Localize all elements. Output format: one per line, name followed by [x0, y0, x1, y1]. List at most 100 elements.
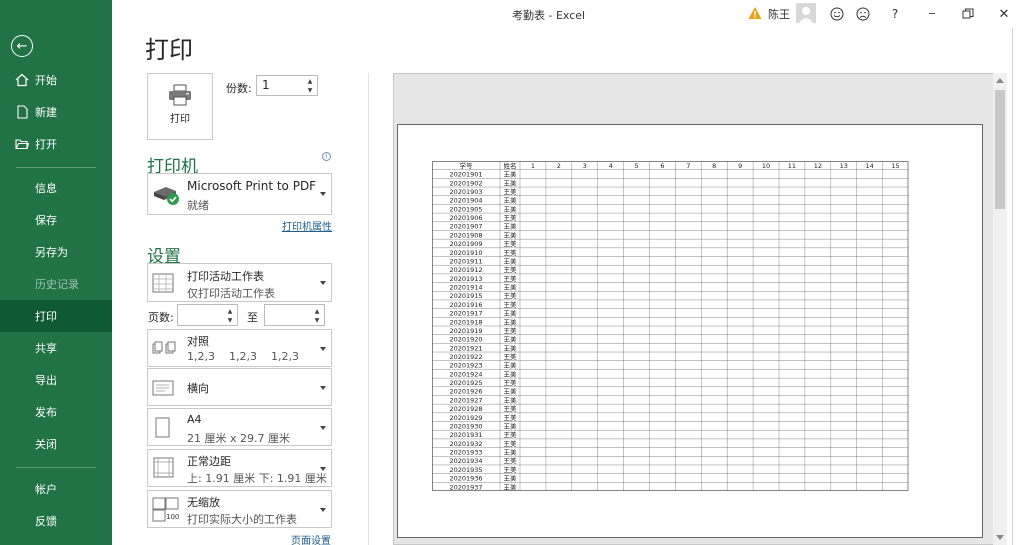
table-name-cell: 王美: [504, 413, 518, 422]
nav-info[interactable]: 信息: [0, 172, 112, 204]
warning-icon[interactable]: [748, 6, 762, 20]
nav-share[interactable]: 共享: [0, 332, 112, 364]
pages-to-label: 至: [247, 311, 258, 324]
table-name-cell: 王美: [504, 335, 518, 344]
table-id-cell: 20201919: [449, 327, 482, 335]
nav-history[interactable]: 历史记录: [0, 268, 112, 300]
table-header-cell: 姓名: [504, 161, 517, 170]
table-id-cell: 20201915: [449, 292, 482, 300]
table-header-cell: 3: [583, 162, 587, 170]
pages-to-input[interactable]: ▲ ▼: [264, 304, 325, 326]
nav-save-label: 保存: [35, 214, 57, 227]
scaling-title: 无缩放: [187, 496, 220, 509]
copies-label: 份数:: [226, 82, 252, 95]
nav-print[interactable]: 打印: [0, 300, 112, 332]
nav-save-as[interactable]: 另存为: [0, 236, 112, 268]
page-setup-link[interactable]: 页面设置: [291, 532, 331, 545]
table-id-cell: 20201918: [449, 318, 482, 326]
table-name-cell: 王美: [504, 283, 518, 292]
home-icon: [15, 73, 29, 87]
spin-down-icon[interactable]: ▼: [225, 316, 235, 325]
table-header-cell: 1: [531, 162, 535, 170]
copies-value: 1: [262, 78, 270, 92]
printer-status: 就绪: [187, 199, 209, 212]
table-name-cell: 王美: [504, 395, 518, 404]
worksheet-icon: [152, 273, 174, 293]
table-header-cell: 13: [840, 162, 848, 170]
spin-up-icon[interactable]: ▲: [305, 77, 315, 86]
nav-close[interactable]: 关闭: [0, 428, 112, 460]
nav-new[interactable]: 新建: [0, 96, 112, 128]
nav-account[interactable]: 帐户: [0, 473, 112, 505]
orientation-dropdown[interactable]: 横向: [147, 368, 332, 406]
nav-open[interactable]: 打开: [0, 128, 112, 160]
nav-publish[interactable]: 发布: [0, 396, 112, 428]
frown-feedback-icon[interactable]: [856, 7, 870, 21]
table-id-cell: 20201912: [449, 266, 482, 274]
collate-title: 对照: [187, 335, 209, 348]
table-header-cell: 2: [557, 162, 561, 170]
restore-button[interactable]: [962, 8, 974, 20]
nav-share-label: 共享: [35, 342, 57, 355]
printer-properties-link[interactable]: 打印机属性: [282, 218, 332, 233]
table-name-cell: 王美: [504, 404, 518, 413]
close-button[interactable]: ✕: [996, 4, 1012, 24]
table-name-cell: 王美: [504, 326, 518, 335]
printer-dropdown[interactable]: Microsoft Print to PDF 就绪: [147, 173, 332, 215]
info-icon[interactable]: i: [322, 152, 331, 161]
page-title: 打印: [145, 36, 193, 64]
spin-down-icon[interactable]: ▼: [305, 86, 315, 95]
spin-up-icon[interactable]: ▲: [312, 307, 322, 316]
print-button-label: 打印: [170, 114, 190, 125]
table-name-cell: 王美: [504, 196, 518, 205]
minimize-button[interactable]: ─: [922, 4, 942, 24]
print-scope-dropdown[interactable]: 打印活动工作表 仅打印活动工作表: [147, 263, 332, 302]
table-id-cell: 20201917: [449, 310, 482, 318]
table-id-cell: 20201928: [449, 405, 482, 413]
table-id-cell: 20201931: [449, 431, 482, 439]
title-bar: 考勤表 - Excel 陈王 ? ─ ✕: [112, 0, 1024, 28]
user-name[interactable]: 陈王: [768, 4, 790, 24]
table-header-cell: 15: [891, 162, 899, 170]
table-id-cell: 20201906: [449, 214, 482, 222]
help-button[interactable]: ?: [888, 4, 902, 24]
table-name-cell: 王美: [504, 274, 518, 283]
pages-from-input[interactable]: ▲ ▼: [177, 304, 238, 326]
smile-feedback-icon[interactable]: [830, 7, 844, 21]
table-id-cell: 20201926: [449, 388, 482, 396]
table-header-cell: 8: [712, 162, 716, 170]
copies-input[interactable]: 1 ▲ ▼: [256, 75, 318, 96]
nav-feedback[interactable]: 反馈: [0, 505, 112, 537]
table-header-cell: 4: [609, 162, 613, 170]
table-name-cell: 王美: [504, 239, 518, 248]
preview-scrollbar[interactable]: [993, 73, 1007, 545]
scroll-up-icon[interactable]: [996, 78, 1004, 83]
paper-size-dropdown[interactable]: A4 21 厘米 x 29.7 厘米: [147, 408, 332, 446]
print-button[interactable]: 打印: [147, 73, 213, 140]
nav-save[interactable]: 保存: [0, 204, 112, 236]
table-name-cell: 王美: [504, 387, 518, 396]
table-id-cell: 20201932: [449, 440, 482, 448]
avatar[interactable]: [796, 3, 816, 23]
window-border: [1012, 28, 1013, 545]
spin-up-icon[interactable]: ▲: [225, 307, 235, 316]
nav-export[interactable]: 导出: [0, 364, 112, 396]
table-name-cell: 王美: [504, 369, 518, 378]
back-arrow-icon[interactable]: ←: [11, 35, 33, 57]
scaling-dropdown[interactable]: 100 无缩放 打印实际大小的工作表: [147, 490, 332, 528]
collate-dropdown[interactable]: 对照 1,2,3 1,2,3 1,2,3: [147, 329, 332, 367]
spin-down-icon[interactable]: ▼: [312, 316, 322, 325]
margins-dropdown[interactable]: 正常边距 上: 1.91 厘米 下: 1.91 厘米: [147, 449, 332, 487]
scaling-icon-label: 100: [166, 513, 180, 521]
table-name-cell: 王美: [504, 213, 518, 222]
margins-title: 正常边距: [187, 455, 231, 468]
scroll-thumb[interactable]: [995, 90, 1005, 209]
table-id-cell: 20201902: [449, 179, 482, 187]
paper-icon: [155, 417, 170, 438]
table-id-cell: 20201904: [449, 197, 482, 205]
nav-open-label: 打开: [35, 138, 57, 151]
nav-home[interactable]: 开始: [0, 64, 112, 96]
scroll-down-icon[interactable]: [996, 535, 1004, 540]
table-id-cell: 20201913: [449, 275, 482, 283]
table-id-cell: 20201907: [449, 223, 482, 231]
